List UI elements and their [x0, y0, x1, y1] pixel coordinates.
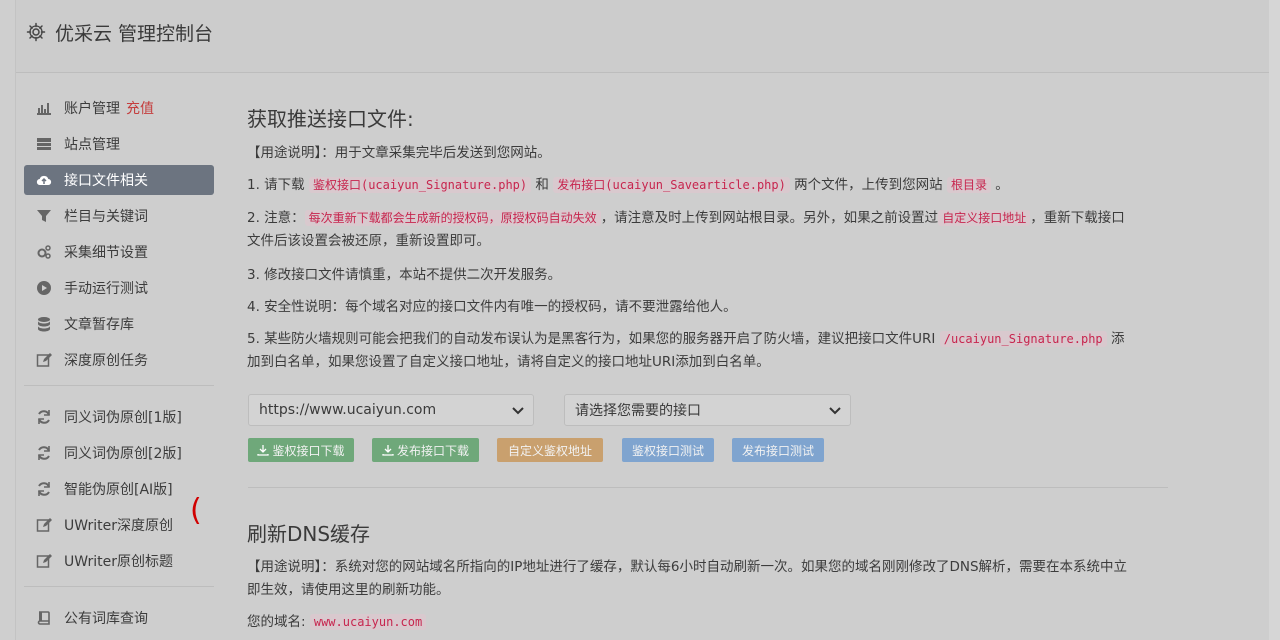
api-select[interactable]: 请选择您需要的接口: [564, 394, 851, 426]
header-bar: 优采云 管理控制台: [16, 0, 1270, 73]
sidebar-item-label: 文章暂存库: [64, 317, 134, 333]
dns-usage-note: 【用途说明】：系统对您的网站域名所指向的IP地址进行了缓存，默认每6小时自动刷新…: [247, 559, 1128, 598]
step-text: 2. 注意：: [247, 210, 305, 226]
step-1: 1. 请下载 鉴权接口(ucaiyun_Signature.php) 和 发布接…: [247, 174, 1137, 197]
sidebar-item-sites[interactable]: 站点管理: [24, 129, 214, 159]
domain-row: 您的域名: www.ucaiyun.com: [247, 611, 1137, 634]
api-select-value: 请选择您需要的接口: [575, 403, 701, 419]
download-icon: [382, 445, 394, 456]
annotation-mark: (: [190, 493, 202, 528]
code-root-dir: 根目录: [946, 177, 991, 193]
sidebar-item-label: 同义词伪原创[2版]: [64, 446, 182, 462]
step-text: 和: [531, 177, 554, 193]
step-3: 3. 修改接口文件请慎重，本站不提供二次开发服务。: [247, 267, 562, 283]
step-2: 2. 注意： 每次重新下载都会生成新的授权码，原授权码自动失效 ，请注意及时上传到网…: [247, 207, 1137, 253]
sidebar-item-label: 手动运行测试: [64, 281, 148, 297]
sidebar-item-interface-files[interactable]: 接口文件相关: [24, 165, 214, 195]
button-label: 发布接口测试: [741, 443, 814, 458]
sidebar-item-public-lexicon[interactable]: 公有词库查询: [24, 603, 214, 633]
filter-icon: [37, 210, 51, 222]
sidebar-item-deep-original[interactable]: 深度原创任务: [24, 345, 214, 375]
sidebar-item-label: 智能伪原创[AI版]: [64, 482, 173, 498]
refresh-icon: [38, 410, 50, 424]
sidebar-item-label: 接口文件相关: [64, 173, 148, 189]
sidebar-item-collect-settings[interactable]: 采集细节设置: [24, 237, 214, 267]
sidebar: 账户管理 充值 站点管理 接口文件相关 栏目与关键词 采集细节设置 手动运行测试…: [24, 93, 214, 639]
code-warning: 每次重新下载都会生成新的授权码，原授权码自动失效: [304, 210, 601, 226]
code-custom-url: 自定义接口地址: [938, 210, 1031, 226]
sidebar-item-synonym-v2[interactable]: 同义词伪原创[2版]: [24, 438, 214, 468]
edit-icon: [36, 353, 52, 367]
recharge-link[interactable]: 充值: [126, 98, 154, 118]
step-5: 5. 某些防火墙规则可能会把我们的自动发布误认为是黑客行为，如果您的服务器开启了…: [247, 328, 1137, 374]
sidebar-item-label: 账户管理: [64, 101, 120, 117]
button-label: 鉴权接口下载: [272, 443, 345, 458]
sidebar-divider: [24, 385, 214, 386]
domain-value: www.ucaiyun.com: [309, 614, 427, 630]
sidebar-item-columns-keywords[interactable]: 栏目与关键词: [24, 201, 214, 231]
sidebar-item-uwriter-deep[interactable]: UWriter深度原创: [24, 510, 214, 540]
gear-icon[interactable]: [26, 22, 46, 42]
site-select-value: https://www.ucaiyun.com: [259, 402, 437, 418]
cogs-icon: [37, 245, 51, 259]
usage-note: 【用途说明】：用于文章采集完毕后发送到您网站。: [247, 145, 551, 161]
code-auth-file: 鉴权接口(ucaiyun_Signature.php): [308, 177, 532, 193]
code-signature-uri: /ucaiyun_Signature.php: [939, 331, 1107, 347]
site-select[interactable]: https://www.ucaiyun.com: [248, 394, 534, 426]
sidebar-item-label: 公有词库查询: [64, 611, 148, 627]
auth-test-button[interactable]: 鉴权接口测试: [622, 438, 714, 462]
chevron-down-icon: [512, 407, 524, 415]
step-text: ，请注意及时上传到网站根目录。另外，如果之前设置过: [600, 210, 939, 226]
publish-download-button[interactable]: 发布接口下载: [372, 438, 479, 462]
sidebar-divider: [24, 586, 214, 587]
sidebar-item-article-store[interactable]: 文章暂存库: [24, 309, 214, 339]
button-label: 鉴权接口测试: [631, 443, 704, 458]
button-label: 发布接口下载: [396, 443, 469, 458]
sidebar-item-account[interactable]: 账户管理 充值: [24, 93, 214, 123]
chevron-down-icon: [829, 407, 841, 415]
server-icon: [37, 138, 51, 150]
sidebar-item-label: UWriter原创标题: [64, 554, 173, 570]
section-divider: [248, 487, 1168, 488]
code-publish-file: 发布接口(ucaiyun_Savearticle.php): [553, 177, 790, 193]
domain-label: 您的域名:: [247, 614, 306, 630]
sidebar-item-label: 深度原创任务: [64, 353, 148, 369]
sidebar-item-label: 栏目与关键词: [64, 209, 148, 225]
step-4: 4. 安全性说明：每个域名对应的接口文件内有唯一的授权码，请不要泄露给他人。: [247, 299, 737, 315]
refresh-icon: [38, 482, 50, 496]
download-icon: [257, 445, 270, 456]
step-text: 两个文件，上传到您网站: [789, 177, 947, 193]
sidebar-item-label: 同义词伪原创[1版]: [64, 410, 182, 426]
sidebar-item-label: 站点管理: [64, 137, 120, 153]
sidebar-item-uwriter-title[interactable]: UWriter原创标题: [24, 546, 214, 576]
sidebar-item-ai-rewrite[interactable]: 智能伪原创[AI版]: [24, 474, 214, 504]
publish-test-button[interactable]: 发布接口测试: [732, 438, 824, 462]
auth-download-button[interactable]: 鉴权接口下载: [248, 438, 354, 462]
custom-auth-url-button[interactable]: 自定义鉴权地址: [497, 438, 603, 462]
database-icon: [38, 317, 50, 332]
step-text: 1. 请下载: [247, 177, 309, 193]
sidebar-item-label: 采集细节设置: [64, 245, 148, 261]
app-title: 优采云 管理控制台: [55, 23, 214, 45]
refresh-icon: [38, 446, 50, 460]
section-title-dns: 刷新DNS缓存: [247, 522, 371, 546]
bar-chart-icon: [37, 103, 51, 115]
edit-icon: [36, 554, 52, 568]
step-text: 5. 某些防火墙规则可能会把我们的自动发布误认为是黑客行为，如果您的服务器开启了…: [247, 331, 940, 347]
play-circle-icon: [37, 281, 51, 295]
edit-icon: [36, 518, 52, 532]
section-title-interface: 获取推送接口文件:: [247, 107, 414, 131]
button-label: 自定义鉴权地址: [507, 443, 592, 458]
step-text: 。: [990, 177, 1009, 193]
cloud-upload-icon: [36, 175, 52, 186]
sidebar-item-manual-test[interactable]: 手动运行测试: [24, 273, 214, 303]
sidebar-item-synonym-v1[interactable]: 同义词伪原创[1版]: [24, 402, 214, 432]
sidebar-item-label: UWriter深度原创: [64, 518, 173, 534]
scrollbar[interactable]: [1269, 0, 1280, 640]
book-icon: [37, 611, 50, 625]
